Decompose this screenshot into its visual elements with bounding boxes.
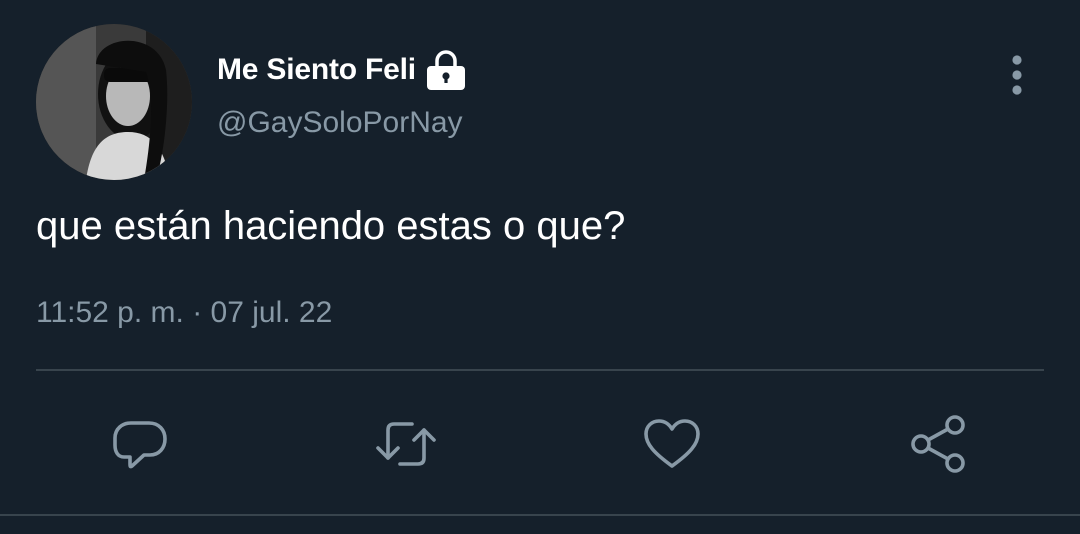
avatar-photo <box>36 24 192 180</box>
tweet-text: que están haciendo estas o que? <box>36 204 626 248</box>
share-button[interactable] <box>906 412 970 476</box>
retweet-icon <box>376 422 436 466</box>
share-icon <box>911 415 965 473</box>
author-name-row: Me Siento Feli <box>217 40 468 100</box>
more-vertical-icon[interactable] <box>996 50 1038 100</box>
divider <box>36 369 1044 371</box>
reply-icon <box>113 421 167 469</box>
divider-bottom <box>0 514 1080 516</box>
user-handle[interactable]: @GaySoloPorNay <box>217 106 463 140</box>
like-button[interactable] <box>640 412 704 476</box>
tweet-timestamp[interactable]: 11:52 p. m. · 07 jul. 22 <box>36 296 332 330</box>
reply-button[interactable] <box>108 412 172 476</box>
heart-icon <box>644 419 700 468</box>
avatar[interactable] <box>36 24 192 180</box>
lock-icon <box>424 48 468 92</box>
display-name[interactable]: Me Siento Feli <box>217 53 416 87</box>
tweet-card: Me Siento Feli @GaySoloPorNay que están … <box>0 0 1080 534</box>
retweet-button[interactable] <box>374 412 438 476</box>
